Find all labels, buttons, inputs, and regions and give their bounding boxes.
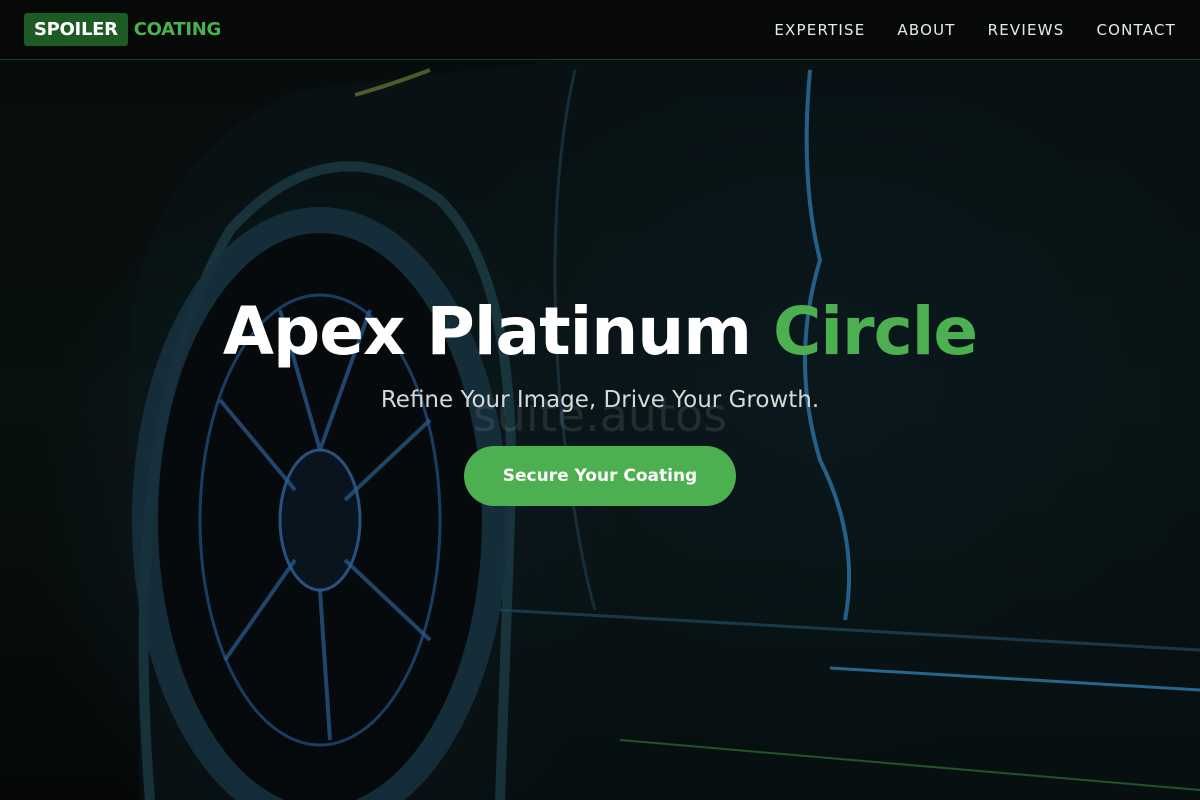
secure-coating-button[interactable]: Secure Your Coating — [464, 446, 736, 506]
nav-item-expertise[interactable]: EXPERTISE — [774, 21, 865, 39]
hero-title-main: Apex Platinum — [222, 293, 773, 370]
hero-section: Apex Platinum Circle Refine Your Image, … — [0, 290, 1200, 416]
logo-text: COATING — [133, 19, 222, 40]
logo-box-text: SPOILER — [24, 13, 128, 46]
nav-item-reviews[interactable]: REVIEWS — [988, 21, 1065, 39]
landing-page: SPOILER COATING EXPERTISE ABOUT REVIEWS … — [0, 0, 1200, 800]
hero-title-accent: Circle — [772, 293, 978, 370]
brand-logo[interactable]: SPOILER COATING — [24, 13, 221, 46]
nav-item-contact[interactable]: CONTACT — [1096, 21, 1176, 39]
nav-item-about[interactable]: ABOUT — [897, 21, 955, 39]
main-nav: EXPERTISE ABOUT REVIEWS CONTACT — [774, 0, 1176, 60]
site-header: SPOILER COATING EXPERTISE ABOUT REVIEWS … — [0, 0, 1200, 60]
hero-title: Apex Platinum Circle — [0, 290, 1200, 374]
hero-subtitle: Refine Your Image, Drive Your Growth. — [380, 387, 820, 413]
